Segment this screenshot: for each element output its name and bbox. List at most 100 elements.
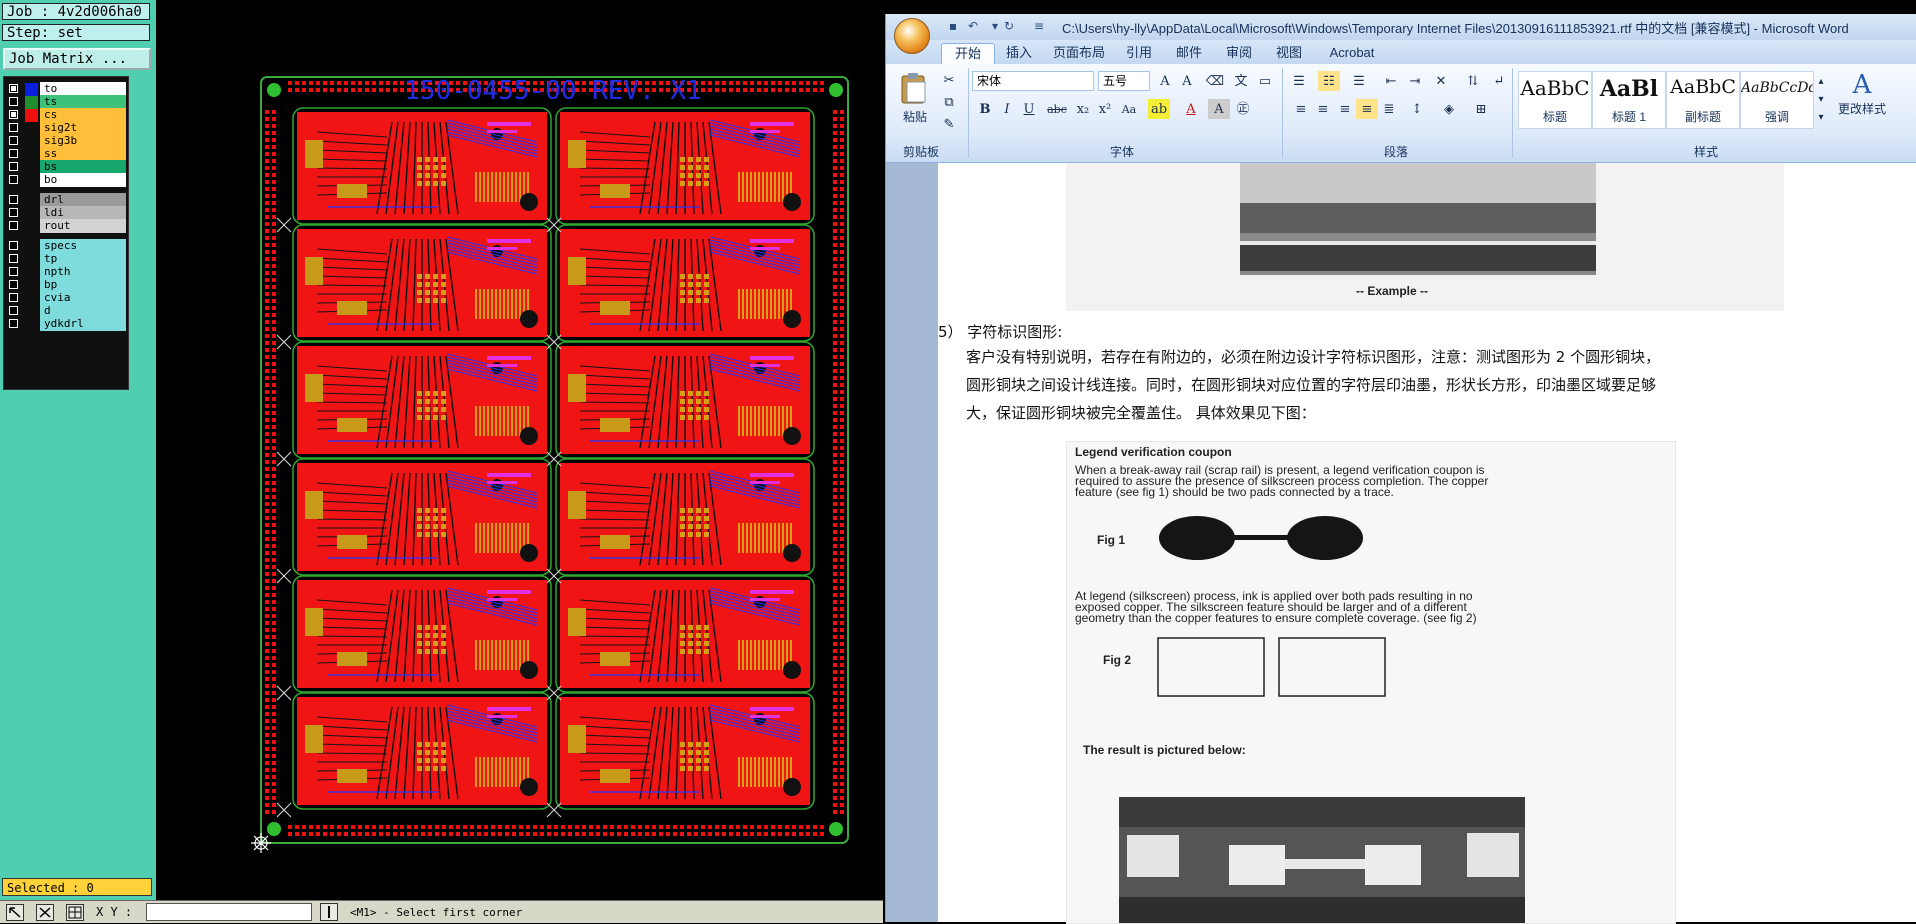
layer-name[interactable]: ss [40, 147, 126, 161]
char-shading-icon[interactable]: A [1208, 99, 1230, 119]
strikethrough-button[interactable]: abc [1046, 99, 1068, 119]
justify-icon[interactable]: ≡ [1356, 99, 1378, 119]
grow-font-icon[interactable]: A [1154, 71, 1176, 91]
layer-row-rout[interactable]: rout [6, 219, 126, 234]
job-matrix-button[interactable]: Job Matrix ... [3, 48, 151, 70]
grid-button[interactable] [66, 904, 84, 921]
tab-mailings[interactable]: 邮件 [1169, 43, 1209, 63]
font-name-select[interactable]: 宋体 [972, 71, 1094, 91]
clear-format-icon[interactable]: ⌫ [1204, 71, 1226, 91]
layer-checkbox[interactable] [9, 84, 18, 93]
layer-name[interactable]: ts [40, 95, 126, 109]
borders-icon[interactable]: ⊞ [1470, 99, 1492, 119]
layer-name[interactable]: d [40, 304, 126, 318]
layer-checkbox[interactable] [9, 175, 18, 184]
align-right-icon[interactable]: ≡ [1334, 99, 1356, 119]
layer-name[interactable]: sig3b [40, 134, 126, 148]
decrease-indent-icon[interactable]: ⇤ [1380, 71, 1402, 91]
change-case-button[interactable]: Aa [1118, 99, 1140, 119]
layer-name[interactable]: specs [40, 239, 126, 253]
save-icon[interactable]: ▪ [946, 19, 960, 33]
align-left-icon[interactable]: ≡ [1290, 99, 1312, 119]
underline-button[interactable]: U [1018, 99, 1040, 119]
dropdown-icon[interactable]: ▾ [988, 19, 1002, 33]
layer-name[interactable]: tp [40, 252, 126, 266]
layer-row-bo[interactable]: bo [6, 173, 126, 188]
layer-name[interactable]: npth [40, 265, 126, 279]
layer-name[interactable]: cs [40, 108, 126, 122]
layer-checkbox[interactable] [9, 267, 18, 276]
cut-button[interactable]: ✂ [938, 70, 960, 90]
layer-checkbox[interactable] [9, 306, 18, 315]
char-border-icon[interactable]: ▭ [1254, 71, 1276, 91]
tab-page-layout[interactable]: 页面布局 [1049, 43, 1109, 63]
italic-button[interactable]: I [996, 99, 1018, 119]
phonetic-guide-icon[interactable]: 文 [1230, 71, 1252, 91]
layer-checkbox[interactable] [9, 110, 18, 119]
change-styles-button[interactable]: A 更改样式 [1832, 70, 1892, 128]
layer-name[interactable]: bo [40, 173, 126, 187]
zoom-box-button[interactable] [6, 904, 24, 921]
layer-checkbox[interactable] [9, 136, 18, 145]
undo-icon[interactable]: ↶ [966, 19, 980, 33]
layer-checkbox[interactable] [9, 195, 18, 204]
bullets-icon[interactable]: ☰ [1288, 71, 1310, 91]
line-spacing-icon[interactable]: ↕ [1406, 99, 1428, 119]
layer-checkbox[interactable] [9, 293, 18, 302]
tab-view[interactable]: 视图 [1269, 43, 1309, 63]
tab-acrobat[interactable]: Acrobat [1319, 43, 1385, 63]
sort-icon[interactable]: ⇅ [1462, 71, 1484, 91]
layer-row-ydkdrl[interactable]: ydkdrl [6, 317, 126, 332]
bold-button[interactable]: B [974, 99, 996, 119]
layer-checkbox[interactable] [9, 241, 18, 250]
layer-name[interactable]: drl [40, 193, 126, 207]
subscript-button[interactable]: x₂ [1072, 99, 1094, 119]
format-painter-button[interactable]: ✎ [938, 114, 960, 134]
shrink-font-icon[interactable]: A [1176, 71, 1198, 91]
xy-input[interactable] [146, 903, 312, 921]
tab-home[interactable]: 开始 [941, 43, 995, 64]
font-color-icon[interactable]: A [1180, 99, 1202, 119]
styles-scroll-icon[interactable]: ▴ ▾ ▾ [1814, 72, 1828, 126]
select-button[interactable] [36, 904, 54, 921]
copy-button[interactable]: ⧉ [938, 92, 960, 112]
asian-layout-icon[interactable]: ✕ [1430, 71, 1452, 91]
layer-checkbox[interactable] [9, 208, 18, 217]
document-page[interactable]: -- Example -- 5） 字符标识图形: 客户没有特别说明，若存在有附边… [938, 163, 1916, 924]
style-subtitle[interactable]: AaBbC 副标题 [1666, 71, 1740, 129]
layer-checkbox[interactable] [9, 280, 18, 289]
layer-name[interactable]: cvia [40, 291, 126, 305]
font-size-select[interactable]: 五号 [1098, 71, 1150, 91]
tab-review[interactable]: 审阅 [1219, 43, 1259, 63]
prompt-indicator[interactable] [320, 903, 338, 921]
tab-insert[interactable]: 插入 [999, 43, 1039, 63]
style-heading-1[interactable]: AaBl 标题 1 [1592, 71, 1666, 129]
layer-name[interactable]: to [40, 82, 126, 96]
style-emphasis[interactable]: AaBbCcDd 强调 [1740, 71, 1814, 129]
layer-name[interactable]: ydkdrl [40, 317, 126, 331]
redo-icon[interactable]: ↻ [1002, 19, 1016, 33]
align-center-icon[interactable]: ≡ [1312, 99, 1334, 119]
paste-button[interactable]: 粘贴 [898, 72, 932, 124]
layer-name[interactable]: sig2t [40, 121, 126, 135]
show-marks-icon[interactable]: ↵ [1488, 71, 1510, 91]
layer-name[interactable]: bp [40, 278, 126, 292]
layer-name[interactable]: ldi [40, 206, 126, 220]
tab-references[interactable]: 引用 [1119, 43, 1159, 63]
pcb-canvas[interactable]: 150-0455-00 REV. X1 [156, 0, 883, 900]
office-button[interactable] [894, 18, 930, 54]
highlight-icon[interactable]: ab [1148, 99, 1170, 119]
superscript-button[interactable]: x² [1094, 99, 1116, 119]
layer-checkbox[interactable] [9, 97, 18, 106]
layer-checkbox[interactable] [9, 221, 18, 230]
layer-name[interactable]: rout [40, 219, 126, 233]
numbering-icon[interactable]: ☷ [1318, 71, 1340, 91]
layer-checkbox[interactable] [9, 254, 18, 263]
layer-name[interactable]: bs [40, 160, 126, 174]
layer-checkbox[interactable] [9, 123, 18, 132]
style-title[interactable]: AaBbC 标题 [1518, 71, 1592, 129]
increase-indent-icon[interactable]: ⇥ [1404, 71, 1426, 91]
distributed-icon[interactable]: ≣ [1378, 99, 1400, 119]
enclose-char-icon[interactable]: ㊣ [1232, 99, 1254, 119]
shading-icon[interactable]: ◈ [1438, 99, 1460, 119]
